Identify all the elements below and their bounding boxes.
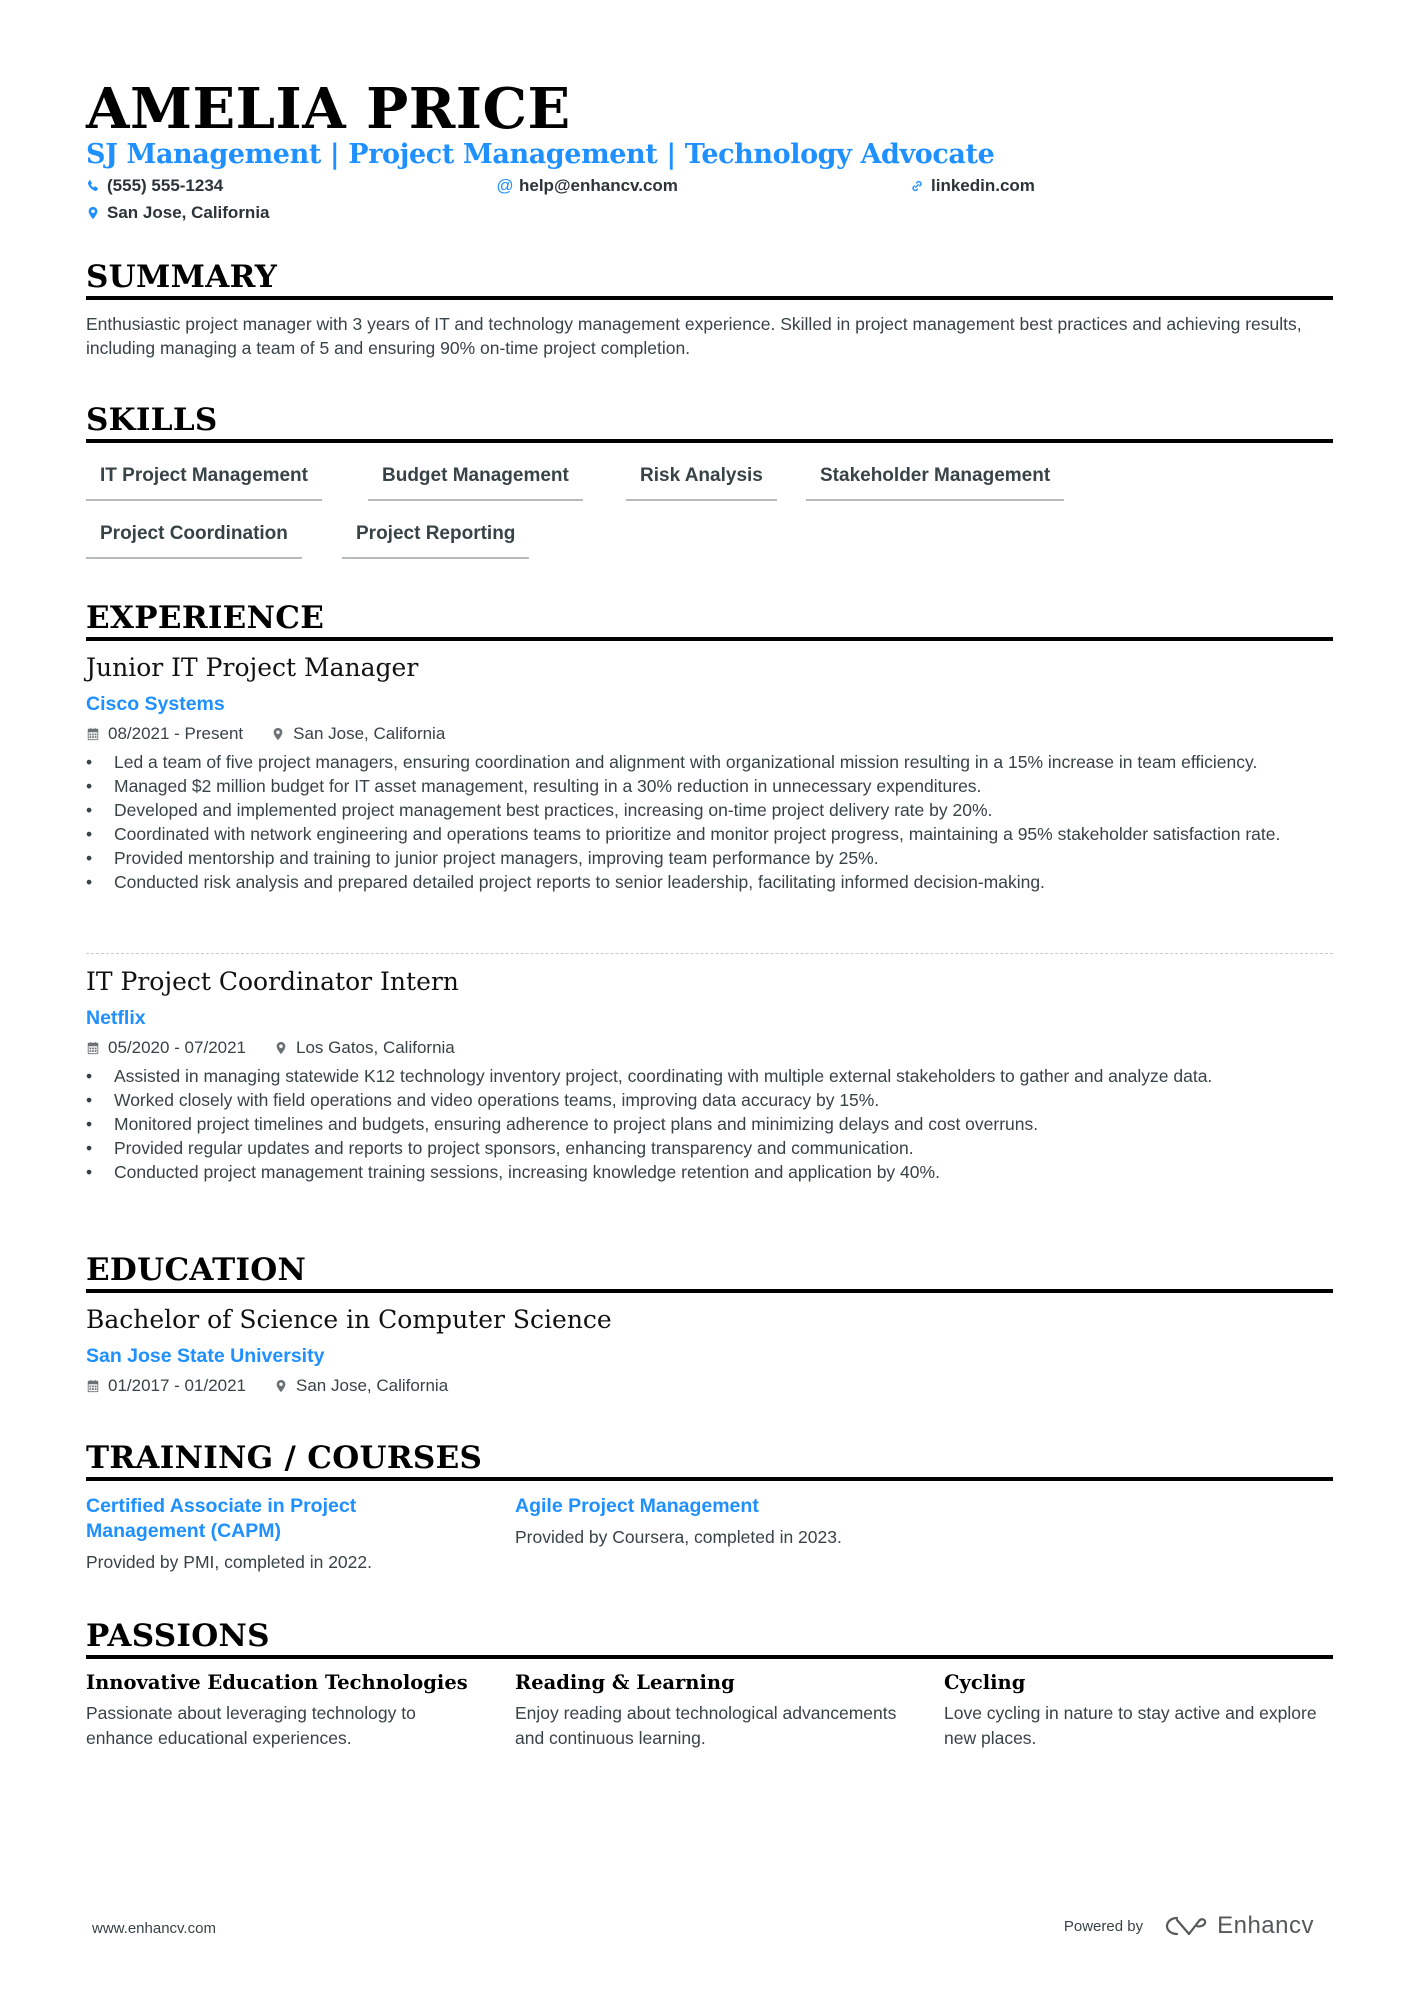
section-divider xyxy=(86,1655,1333,1659)
location-value: San Jose, California xyxy=(107,203,270,222)
footer-powered-by: Powered by Enhancv xyxy=(1064,1912,1314,1940)
bullet-item: Monitored project timelines and budgets,… xyxy=(86,1112,1333,1136)
contact-phone: (555) 555-1234 xyxy=(86,175,223,197)
course-title: Certified Associate in Project Managemen… xyxy=(86,1495,357,1542)
education-heading: EDUCATION xyxy=(86,1252,307,1288)
brand-name: Enhancv xyxy=(1217,1912,1314,1939)
map-pin-icon xyxy=(274,1040,288,1056)
contact-email[interactable]: @ help@enhancv.com xyxy=(496,175,678,197)
candidate-name: AMELIA PRICE xyxy=(86,76,571,142)
skill-chip: Stakeholder Management xyxy=(806,463,1065,501)
passion-title: Cycling xyxy=(944,1671,1026,1694)
skill-chip: Risk Analysis xyxy=(626,463,777,501)
job-title: Junior IT Project Manager xyxy=(86,653,419,682)
training-heading: TRAINING / COURSES xyxy=(86,1440,483,1476)
section-divider xyxy=(86,1289,1333,1293)
contact-location: San Jose, California xyxy=(86,202,270,224)
job-location: Los Gatos, California xyxy=(274,1037,455,1059)
section-divider xyxy=(86,439,1333,443)
entry-divider xyxy=(86,953,1333,954)
education-meta: 01/2017 - 01/2021 San Jose, California xyxy=(86,1375,476,1397)
job-meta: 05/2020 - 07/2021 Los Gatos, California xyxy=(86,1037,483,1059)
location-text: San Jose, California xyxy=(296,1376,449,1395)
experience-heading: EXPERIENCE xyxy=(86,600,325,636)
bullet-item: Developed and implemented project manage… xyxy=(86,798,1333,822)
bullet-item: Managed $2 million budget for IT asset m… xyxy=(86,774,1333,798)
bullet-item: Conducted project management training se… xyxy=(86,1160,1333,1184)
skill-chip: Project Reporting xyxy=(342,521,530,559)
location-text: Los Gatos, California xyxy=(296,1038,455,1057)
job-title: IT Project Coordinator Intern xyxy=(86,967,459,996)
passion-desc: Enjoy reading about technological advanc… xyxy=(515,1703,897,1748)
bullet-item: Coordinated with network engineering and… xyxy=(86,822,1333,846)
dates-text: 01/2017 - 01/2021 xyxy=(108,1376,247,1395)
tagline: SJ Management | Project Management | Tec… xyxy=(86,139,995,170)
job-dates: 08/2021 - Present xyxy=(86,723,243,745)
email-link[interactable]: help@enhancv.com xyxy=(519,175,678,197)
course-title: Agile Project Management xyxy=(515,1495,759,1517)
section-divider xyxy=(86,296,1333,300)
section-divider xyxy=(86,1477,1333,1481)
skills-heading: SKILLS xyxy=(86,402,218,438)
dates-text: 08/2021 - Present xyxy=(108,724,244,743)
summary-heading: SUMMARY xyxy=(86,259,278,295)
footer-website[interactable]: www.enhancv.com xyxy=(92,1920,216,1937)
school-name: San Jose State University xyxy=(86,1345,325,1367)
section-divider xyxy=(86,637,1333,641)
enhancv-logo-icon xyxy=(1165,1916,1207,1936)
linkedin-link[interactable]: linkedin.com xyxy=(931,175,1035,197)
dates-text: 05/2020 - 07/2021 xyxy=(108,1038,247,1057)
company-name: Netflix xyxy=(86,1007,146,1029)
enhancv-logo[interactable]: Enhancv xyxy=(1165,1912,1314,1940)
degree-title: Bachelor of Science in Computer Science xyxy=(86,1305,612,1334)
bullet-item: Provided regular updates and reports to … xyxy=(86,1136,1333,1160)
company-name: Cisco Systems xyxy=(86,693,225,715)
bullet-item: Conducted risk analysis and prepared det… xyxy=(86,870,1333,894)
map-pin-icon xyxy=(86,205,100,221)
passion-title: Reading & Learning xyxy=(515,1671,735,1694)
bullet-item: Led a team of five project managers, ens… xyxy=(86,750,1333,774)
bullet-item: Assisted in managing statewide K12 techn… xyxy=(86,1064,1333,1088)
skill-chip: Project Coordination xyxy=(86,521,302,559)
at-icon: @ xyxy=(496,176,514,195)
phone-value: (555) 555-1234 xyxy=(107,176,224,195)
calendar-icon xyxy=(86,726,100,742)
contact-link[interactable]: linkedin.com xyxy=(910,175,1035,197)
passion-desc: Passionate about leveraging technology t… xyxy=(86,1703,416,1748)
job-bullets: Assisted in managing statewide K12 techn… xyxy=(86,1064,1333,1184)
passion-desc: Love cycling in nature to stay active an… xyxy=(944,1703,1317,1748)
passions-heading: PASSIONS xyxy=(86,1618,270,1654)
job-location: San Jose, California xyxy=(271,723,445,745)
map-pin-icon xyxy=(274,1378,288,1394)
summary-text: Enthusiastic project manager with 3 year… xyxy=(86,314,1302,358)
location-text: San Jose, California xyxy=(293,724,446,743)
course-desc: Provided by PMI, completed in 2022. xyxy=(86,1552,372,1572)
course-desc: Provided by Coursera, completed in 2023. xyxy=(515,1527,842,1547)
skill-chip: Budget Management xyxy=(368,463,583,501)
calendar-icon xyxy=(86,1378,100,1394)
education-location: San Jose, California xyxy=(274,1375,448,1397)
education-dates: 01/2017 - 01/2021 xyxy=(86,1375,246,1397)
phone-icon xyxy=(86,178,100,194)
calendar-icon xyxy=(86,1040,100,1056)
job-dates: 05/2020 - 07/2021 xyxy=(86,1037,246,1059)
powered-by-label: Powered by xyxy=(1063,1917,1144,1935)
job-meta: 08/2021 - Present San Jose, California xyxy=(86,723,473,745)
passion-title: Innovative Education Technologies xyxy=(86,1671,468,1694)
bullet-item: Provided mentorship and training to juni… xyxy=(86,846,1333,870)
link-icon xyxy=(910,178,924,194)
bullet-item: Worked closely with field operations and… xyxy=(86,1088,1333,1112)
job-bullets: Led a team of five project managers, ens… xyxy=(86,750,1333,894)
map-pin-icon xyxy=(271,726,285,742)
skill-chip: IT Project Management xyxy=(86,463,322,501)
